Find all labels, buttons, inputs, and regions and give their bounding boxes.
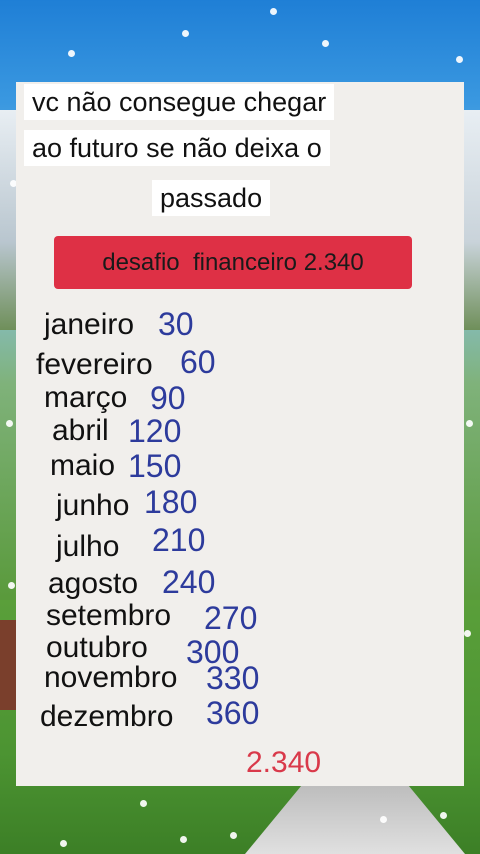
month-label: outubro bbox=[46, 631, 148, 664]
snowflake bbox=[230, 832, 237, 839]
month-label: julho bbox=[56, 530, 120, 563]
month-amount: 60 bbox=[180, 344, 216, 380]
snowflake bbox=[464, 630, 471, 637]
month-amount: 330 bbox=[206, 660, 260, 696]
month-label: janeiro bbox=[44, 308, 135, 341]
title-line-1: vc não consegue chegar bbox=[24, 84, 335, 120]
month-amount: 270 bbox=[204, 600, 258, 636]
snowflake bbox=[380, 816, 387, 823]
month-label: março bbox=[44, 381, 128, 414]
title-line-3: passado bbox=[152, 180, 271, 216]
snowflake bbox=[60, 840, 67, 847]
month-amount: 240 bbox=[162, 564, 216, 600]
snowflake bbox=[6, 420, 13, 427]
month-label: fevereiro bbox=[36, 348, 153, 381]
month-amount: 360 bbox=[206, 695, 260, 731]
month-amount: 150 bbox=[128, 448, 182, 484]
snowflake bbox=[440, 812, 447, 819]
snowflake bbox=[456, 56, 463, 63]
snowflake bbox=[322, 40, 329, 47]
snowflake bbox=[8, 582, 15, 589]
month-amount: 30 bbox=[158, 306, 194, 342]
snowflake bbox=[182, 30, 189, 37]
snowflake bbox=[140, 800, 147, 807]
month-label: setembro bbox=[46, 599, 172, 632]
snowflake bbox=[68, 50, 75, 57]
total-amount: 2.340 bbox=[246, 746, 322, 779]
challenge-badge-label: desafio financeiro 2.340 bbox=[102, 248, 364, 276]
snowflake bbox=[466, 420, 473, 427]
month-amount: 210 bbox=[152, 522, 206, 558]
month-amount: 180 bbox=[144, 484, 198, 520]
month-label: dezembro bbox=[40, 700, 174, 733]
month-amount: 120 bbox=[128, 413, 182, 449]
month-label: novembro bbox=[44, 661, 178, 694]
snowflake bbox=[180, 836, 187, 843]
month-label: abril bbox=[52, 414, 109, 447]
title-line-2: ao futuro se não deixa o bbox=[24, 130, 330, 166]
month-label: maio bbox=[50, 449, 116, 482]
month-amount: 90 bbox=[150, 380, 186, 416]
month-label: agosto bbox=[48, 567, 139, 600]
snowflake bbox=[270, 8, 277, 15]
challenge-badge: desafio financeiro 2.340 bbox=[54, 236, 412, 289]
month-label: junho bbox=[56, 489, 130, 522]
